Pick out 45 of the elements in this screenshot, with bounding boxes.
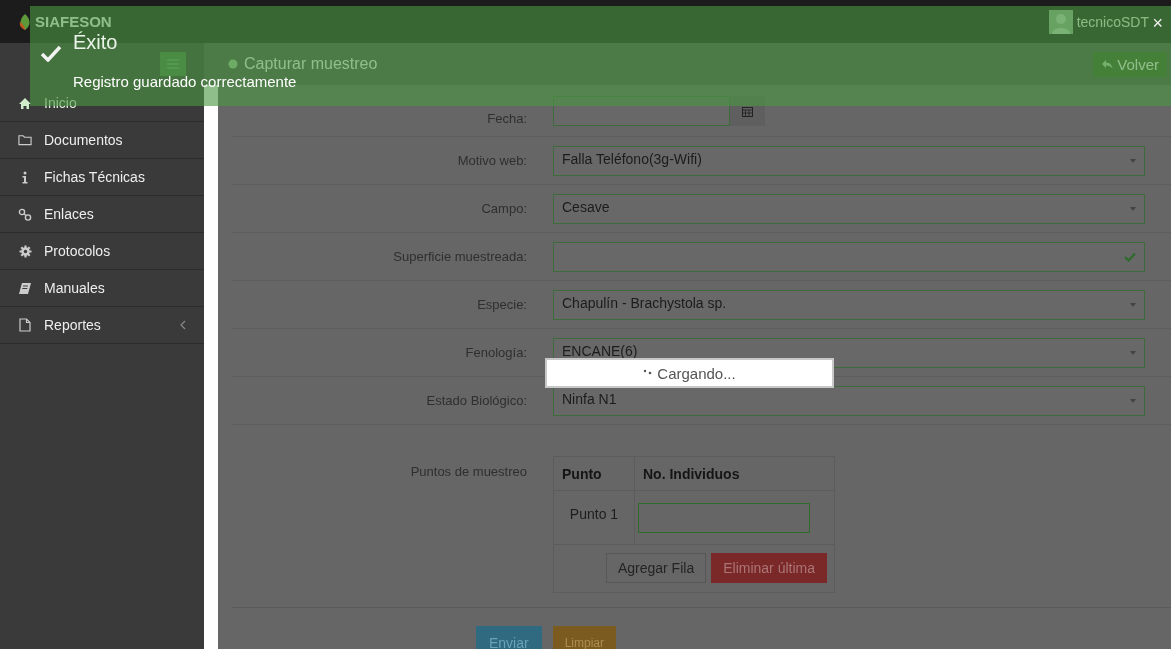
sidebar-item[interactable]: Protocolos bbox=[0, 233, 204, 270]
brand-name: SIAFESON bbox=[35, 13, 112, 30]
select-field[interactable]: Cesave bbox=[553, 193, 1145, 224]
user-name[interactable]: tecnicoSDT bbox=[1076, 13, 1149, 30]
text-field[interactable] bbox=[553, 241, 1145, 272]
back-button[interactable]: Volver bbox=[1093, 51, 1167, 77]
home-icon bbox=[18, 96, 32, 110]
column-header: Punto bbox=[553, 456, 635, 491]
sidebar-toggle-button[interactable] bbox=[160, 52, 186, 76]
check-icon bbox=[40, 45, 62, 62]
select-field[interactable]: Chapulín - Brachystola sp. bbox=[553, 289, 1145, 320]
table-cell: Punto 1 bbox=[553, 490, 635, 545]
toast-title: Éxito bbox=[73, 30, 118, 55]
select-field[interactable]: Falla Teléfono(3g-Wifi) bbox=[553, 145, 1145, 176]
user-avatar-icon bbox=[1048, 9, 1073, 34]
reply-arrow-icon bbox=[1101, 59, 1114, 69]
sidebar-item[interactable]: Reportes bbox=[0, 307, 204, 344]
count-input[interactable] bbox=[638, 502, 810, 533]
caret-down-icon bbox=[1130, 302, 1136, 307]
caret-down-icon bbox=[1130, 398, 1136, 403]
info-icon bbox=[21, 170, 29, 184]
caret-down-icon bbox=[1130, 158, 1136, 163]
remove-last-button[interactable]: Eliminar última bbox=[711, 553, 827, 583]
check-icon bbox=[1124, 251, 1136, 262]
caret-down-icon bbox=[1130, 350, 1136, 355]
link-icon bbox=[18, 207, 32, 221]
sidebar-item[interactable]: Fichas Técnicas bbox=[0, 159, 204, 196]
column-header: No. Individuos bbox=[634, 456, 835, 491]
submit-button[interactable]: Enviar bbox=[476, 626, 542, 649]
caret-down-icon bbox=[1130, 206, 1136, 211]
book-icon bbox=[18, 281, 32, 295]
gear-icon bbox=[18, 244, 32, 258]
file-icon bbox=[19, 318, 31, 332]
circle-icon bbox=[228, 59, 238, 69]
add-row-button[interactable]: Agregar Fila bbox=[605, 553, 707, 583]
folder-icon bbox=[18, 134, 32, 146]
sidebar-item[interactable]: Enlaces bbox=[0, 196, 204, 233]
select-field[interactable]: Ninfa N1 bbox=[553, 385, 1145, 416]
close-button[interactable]: × bbox=[1152, 14, 1163, 32]
page-title: Capturar muestreo bbox=[244, 55, 378, 73]
leaf-logo-icon bbox=[18, 12, 32, 31]
sidebar-item[interactable]: Documentos bbox=[0, 122, 204, 159]
sidebar-item[interactable]: Manuales bbox=[0, 270, 204, 307]
date-field[interactable] bbox=[553, 96, 730, 126]
calendar-icon bbox=[742, 105, 753, 117]
